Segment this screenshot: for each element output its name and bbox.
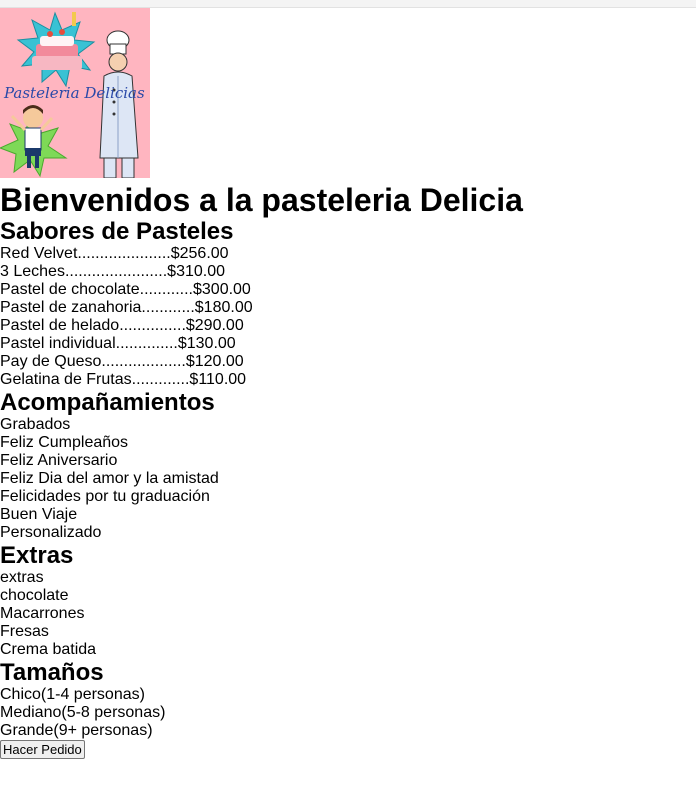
extra-item: chocolate [0, 587, 69, 604]
sabor-item: Pastel de helado...............$290.00 [0, 317, 244, 334]
acompanamientos-list: Grabados Feliz Cumpleaños Feliz Aniversa… [0, 416, 696, 542]
sabor-item: 3 Leches.......................$310.00 [0, 263, 226, 280]
tamanos-list: Chico(1-4 personas) Mediano(5-8 personas… [0, 686, 696, 740]
extra-item: Crema batida [0, 641, 97, 658]
acompanamientos-heading: Acompañamientos [0, 389, 215, 416]
page-title: Bienvenidos a la pasteleria Delicia [0, 182, 523, 218]
tamano-item: Chico(1-4 personas) [0, 686, 145, 703]
extras-list: extras chocolate Macarrones Fresas Crema… [0, 569, 696, 659]
browser-top-strip [0, 0, 696, 8]
acompanamiento-item: Personalizado [0, 524, 102, 541]
tamanos-heading: Tamaños [0, 659, 104, 686]
acompanamiento-item: Buen Viaje [0, 506, 78, 523]
hacer-pedido-button[interactable]: Hacer Pedido [0, 740, 85, 759]
tamano-item: Mediano(5-8 personas) [0, 704, 166, 721]
acompanamiento-item: Feliz Cumpleaños [0, 434, 129, 451]
acompanamiento-item: Feliz Dia del amor y la amistad [0, 470, 219, 487]
sabor-item: Pastel individual..............$130.00 [0, 335, 236, 352]
acompanamiento-item: Feliz Aniversario [0, 452, 118, 469]
acompanamiento-item: Grabados [0, 416, 71, 433]
extra-item: Macarrones [0, 605, 85, 622]
bakery-logo-image: Pasteleria Delicias [0, 8, 150, 178]
extras-heading: Extras [0, 542, 74, 569]
svg-text:Pasteleria Delicias: Pasteleria Delicias [3, 84, 145, 102]
sabor-item: Gelatina de Frutas.............$110.00 [0, 371, 247, 388]
sabor-item: Pastel de chocolate............$300.00 [0, 281, 251, 298]
sabor-item: Pay de Queso...................$120.00 [0, 353, 244, 370]
sabor-item: Pastel de zanahoria............$180.00 [0, 299, 253, 316]
sabores-heading: Sabores de Pasteles [0, 218, 234, 245]
extra-item: Fresas [0, 623, 49, 640]
tamano-item: Grande(9+ personas) [0, 722, 153, 739]
sabor-item: Red Velvet.....................$256.00 [0, 245, 229, 262]
acompanamiento-item: Felicidades por tu graduación [0, 488, 210, 505]
bakery-logo-illustration: Pasteleria Delicias [0, 8, 150, 178]
sabores-list: Red Velvet.....................$256.00 3… [0, 245, 696, 389]
extra-item: extras [0, 569, 44, 586]
